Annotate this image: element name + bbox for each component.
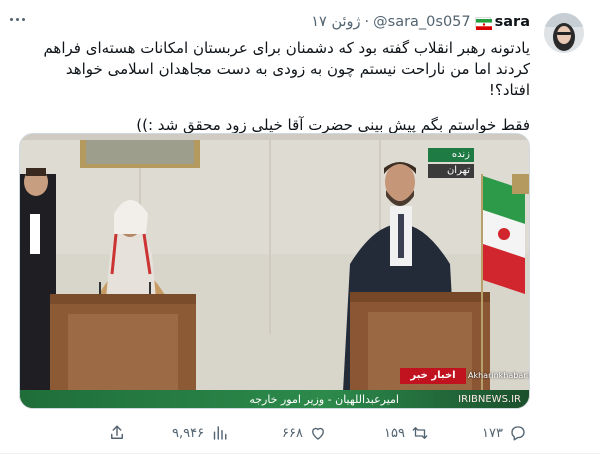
caption-text: امیرعبداللهیان - وزیر امور خارجه	[249, 393, 399, 406]
watermark: Akharinkhabar.ir	[468, 371, 530, 380]
share-button[interactable]	[108, 420, 126, 446]
like-button[interactable]: ۶۶۸	[282, 420, 327, 446]
retweet-icon	[412, 427, 428, 439]
live-badge: زنده	[428, 148, 474, 162]
timestamp[interactable]: ۱۷ ژوئن	[311, 14, 360, 30]
tweet-paragraph-1: یادتونه رهبر انقلاب گفته بود که دشمنان ب…	[43, 39, 530, 99]
caption-bar: امیرعبداللهیان - وزیر امور خارجه IRIBNEW…	[20, 390, 529, 408]
views-count: ۹,۹۴۶	[172, 425, 205, 441]
separator-dot: ·	[364, 14, 370, 30]
user-handle[interactable]: @sara_0s057	[373, 14, 471, 30]
tweet-text: یادتونه رهبر انقلاب گفته بود که دشمنان ب…	[40, 38, 530, 136]
reply-icon	[511, 426, 525, 441]
action-bar: ۹,۹۴۶ ۶۶۸ ۱۵۹ ۱۷۳	[0, 420, 600, 446]
avatar[interactable]	[544, 13, 584, 53]
views-button[interactable]: ۹,۹۴۶	[172, 420, 228, 446]
heart-icon	[312, 427, 324, 440]
share-icon	[111, 425, 123, 439]
site-text: IRIBNEWS.IR	[458, 394, 521, 405]
video-thumbnail[interactable]: زنده تهران اخبار خبر Akharinkhabar.ir ام…	[19, 133, 530, 409]
reply-button[interactable]: ۱۷۳	[482, 420, 527, 446]
more-options-icon[interactable]	[10, 12, 32, 26]
tweet-card[interactable]: sara @sara_0s057 · ۱۷ ژوئن یادتونه رهبر …	[0, 0, 600, 454]
display-name[interactable]: sara	[495, 14, 530, 30]
tweet-header: sara @sara_0s057 · ۱۷ ژوئن	[311, 12, 530, 32]
likes-count: ۶۶۸	[282, 425, 303, 441]
views-icon	[213, 426, 227, 440]
retweet-button[interactable]: ۱۵۹	[384, 420, 429, 446]
replies-count: ۱۷۳	[482, 425, 503, 441]
city-badge: تهران	[428, 164, 474, 178]
channel-badge: اخبار خبر	[400, 368, 466, 384]
iran-flag-icon	[474, 16, 492, 30]
retweets-count: ۱۵۹	[384, 425, 405, 441]
